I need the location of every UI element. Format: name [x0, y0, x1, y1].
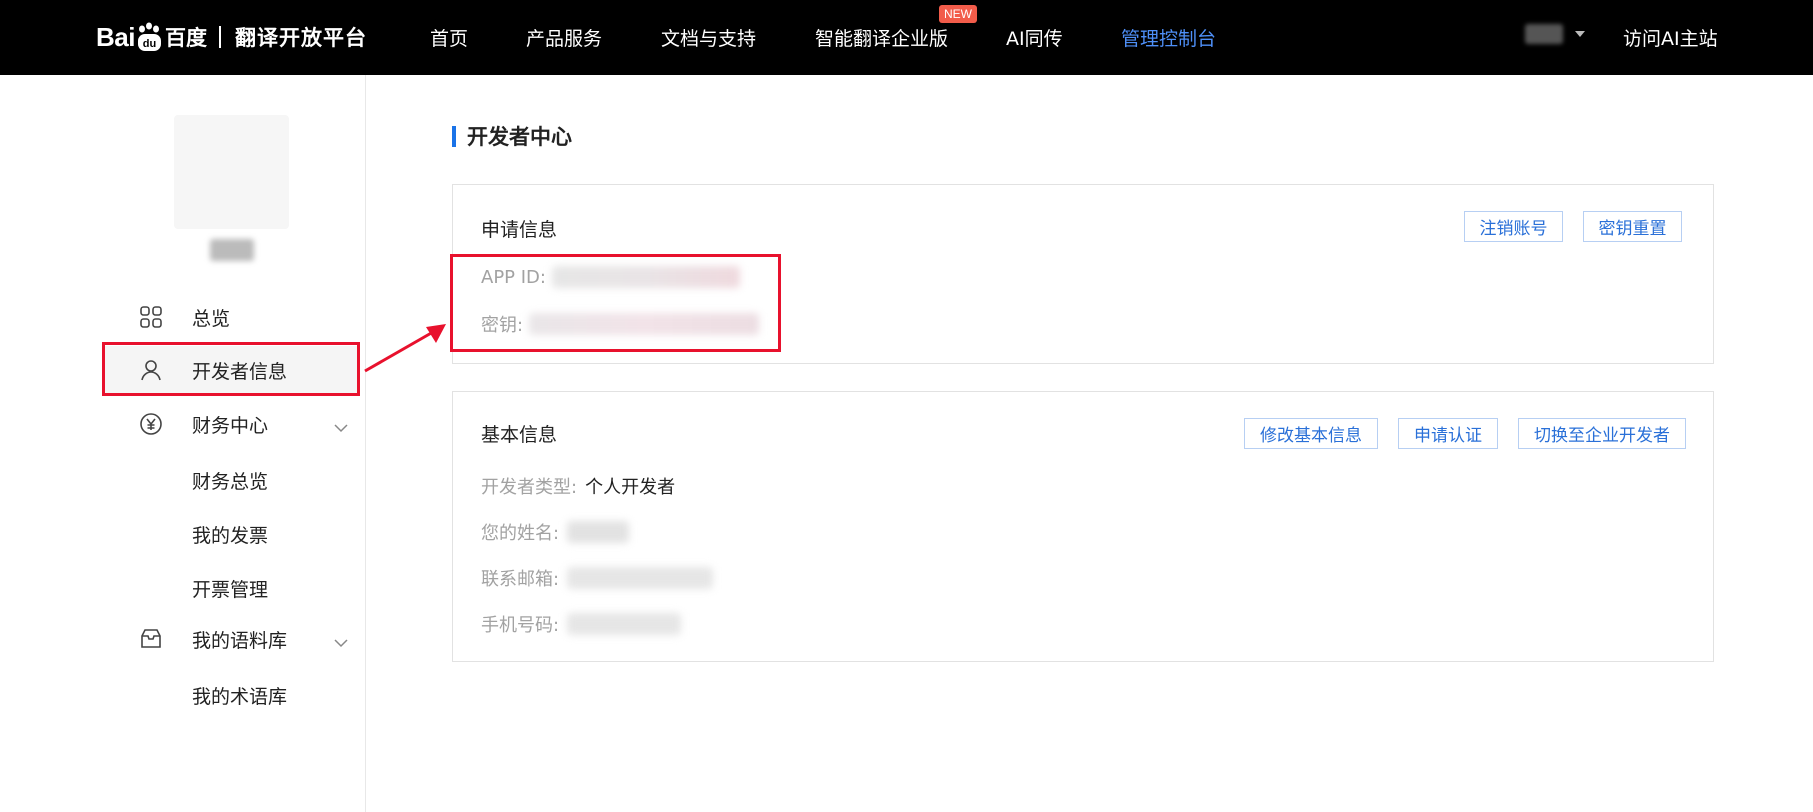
sidebar-subitem-my-terms[interactable]: 我的术语库: [192, 682, 287, 709]
phone-value-blurred: [567, 613, 682, 635]
name-row: 您的姓名:: [481, 519, 630, 545]
basic-info-title: 基本信息: [481, 424, 558, 446]
product-name: 翻译开放平台: [234, 26, 367, 50]
email-row: 联系邮箱:: [481, 565, 714, 591]
avatar: [174, 115, 289, 229]
apply-certification-button[interactable]: 申请认证: [1398, 418, 1498, 449]
logo-text-bai: Bai: [96, 21, 135, 52]
basic-info-card: 基本信息 修改基本信息 申请认证 切换至企业开发者 开发者类型: 个人开发者 您…: [452, 391, 1714, 662]
username-blurred: [1525, 24, 1563, 44]
sidebar-item-label: 总览: [192, 307, 231, 330]
chevron-down-icon[interactable]: [334, 418, 348, 437]
nav-docs-support[interactable]: 文档与支持: [661, 24, 756, 51]
developer-type-row: 开发者类型: 个人开发者: [481, 473, 675, 499]
email-value-blurred: [567, 567, 714, 589]
page-title: 开发者中心: [452, 121, 572, 151]
chevron-down-icon[interactable]: [334, 633, 348, 652]
page-title-text: 开发者中心: [467, 125, 572, 149]
switch-to-enterprise-button[interactable]: 切换至企业开发者: [1518, 418, 1686, 449]
sidebar-item-my-corpus[interactable]: 我的语料库: [104, 615, 358, 663]
highlight-box-sidebar: [102, 342, 360, 396]
paw-icon: du: [136, 22, 163, 52]
baidu-logo[interactable]: Bai du 百度 翻译开放平台: [96, 14, 367, 60]
developer-type-label: 开发者类型:: [481, 477, 578, 498]
sidebar-subitem-finance-overview[interactable]: 财务总览: [192, 467, 268, 494]
sidebar-item-finance-center[interactable]: 财务中心: [104, 400, 358, 448]
user-menu[interactable]: [1525, 24, 1585, 44]
edit-basic-info-button[interactable]: 修改基本信息: [1244, 418, 1378, 449]
sidebar-subitem-my-invoices[interactable]: 我的发票: [192, 521, 268, 548]
developer-type-value: 个人开发者: [585, 477, 676, 498]
sidebar-item-label: 财务中心: [192, 414, 269, 437]
caret-down-icon: [1575, 31, 1585, 37]
sidebar-item-label: 我的语料库: [192, 629, 288, 652]
avatar-username-blurred: [210, 239, 254, 261]
cancel-account-button[interactable]: 注销账号: [1464, 211, 1563, 242]
sidebar-item-overview[interactable]: 总览: [104, 293, 358, 341]
phone-row: 手机号码:: [481, 611, 682, 637]
sidebar-subitem-invoice-management[interactable]: 开票管理: [192, 575, 268, 602]
logo-divider: [218, 26, 221, 48]
arrow-annotation: [364, 324, 446, 373]
nav-enterprise[interactable]: 智能翻译企业版: [815, 24, 948, 51]
visit-ai-site-link[interactable]: 访问AI主站: [1623, 24, 1718, 51]
name-label: 您的姓名:: [481, 523, 560, 544]
logo-text-du: du: [143, 38, 156, 50]
name-value-blurred: [567, 521, 630, 543]
nav-ai-interpretation[interactable]: AI同传: [1006, 24, 1063, 51]
logo-text-baidu-cn: 百度: [164, 26, 207, 50]
new-badge: NEW: [939, 5, 977, 23]
highlight-box-credentials: [450, 254, 781, 352]
email-label: 联系邮箱:: [481, 569, 560, 590]
application-info-title: 申请信息: [481, 219, 558, 241]
top-navigation-bar: Bai du 百度 翻译开放平台 首页 产品服务 文档与支持 智能翻译企业版 N…: [0, 0, 1813, 75]
yen-icon: [138, 411, 164, 437]
grid-icon: [138, 304, 164, 330]
inbox-icon: [138, 626, 164, 652]
nav-console[interactable]: 管理控制台: [1121, 24, 1216, 51]
phone-label: 手机号码:: [481, 615, 560, 636]
nav-home[interactable]: 首页: [430, 24, 468, 51]
title-accent-bar: [452, 125, 456, 147]
reset-key-button[interactable]: 密钥重置: [1583, 211, 1682, 242]
nav-products[interactable]: 产品服务: [526, 24, 602, 51]
